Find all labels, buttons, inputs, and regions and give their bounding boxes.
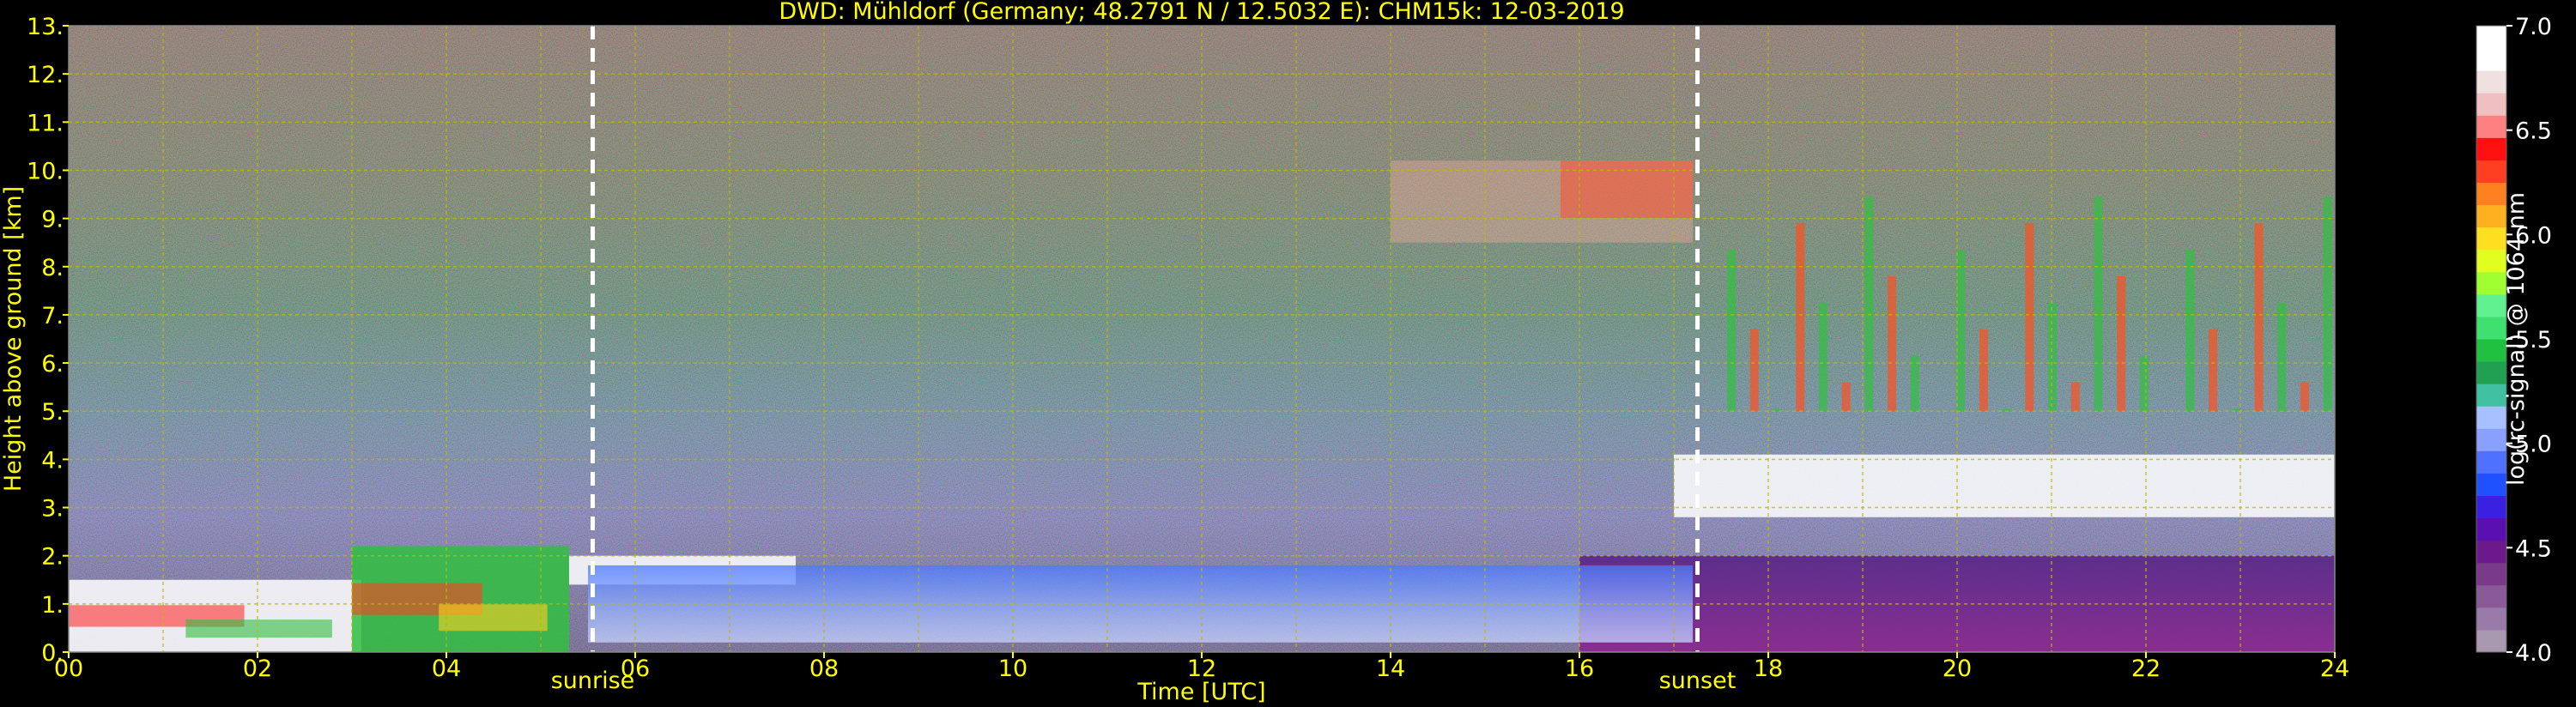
x-axis-label: Time [UTC] <box>1136 679 1265 705</box>
colorbar-segment <box>2476 93 2506 116</box>
feature-precipitation-streaks-2 <box>1749 329 1759 412</box>
colorbar-segment <box>2476 227 2506 251</box>
colorbar-segment <box>2476 26 2506 49</box>
colorbar-segment <box>2476 584 2506 608</box>
feature-precipitation-streaks-27 <box>2323 196 2332 412</box>
y-tick-label: 4. <box>41 447 64 474</box>
feature-precipitation-streaks-4 <box>1796 223 1805 412</box>
feature-precipitation-streaks-26 <box>2300 382 2309 412</box>
x-tick-label: 06 <box>621 656 650 682</box>
colorbar-segment <box>2476 384 2506 407</box>
colorbar-segment <box>2476 562 2506 586</box>
colorbar-segment <box>2476 428 2506 451</box>
feature-precipitation-streaks-15 <box>2048 302 2058 412</box>
colorbar-segment <box>2476 495 2506 519</box>
colorbar-segment <box>2476 115 2506 138</box>
colorbar-segment <box>2476 450 2506 474</box>
colorbar-segment <box>2476 48 2506 71</box>
colorbar-label: log(rc-signal) @ 1064 nm <box>2503 192 2530 486</box>
feature-precipitation-streaks-22 <box>2209 329 2218 412</box>
x-tick-label: 20 <box>1943 656 1972 682</box>
colorbar-segment <box>2476 249 2506 273</box>
y-tick-label: 2. <box>41 544 64 571</box>
x-tick-label: 08 <box>809 656 839 682</box>
colorbar-segment <box>2476 204 2506 228</box>
y-tick-label: 3. <box>41 496 64 523</box>
y-tick-label: 1. <box>41 592 64 619</box>
y-tick-label: 7. <box>41 303 64 329</box>
y-tick-label: 11. <box>27 110 64 136</box>
x-tick-label: 16 <box>1565 656 1594 682</box>
y-tick-label: 6. <box>41 351 64 378</box>
feature-aerosol-layer-band2 <box>439 604 548 631</box>
feature-boundary-layer-night--band2 <box>185 619 332 638</box>
feature-precipitation-streaks-17 <box>2094 196 2103 412</box>
y-axis-label: Height above ground [km] <box>0 186 27 492</box>
colorbar-segment <box>2476 70 2506 94</box>
x-tick-label: 04 <box>432 656 461 682</box>
feature-precipitation-streaks-18 <box>2117 276 2126 412</box>
y-tick-label: 8. <box>41 255 64 281</box>
x-tick-label: 18 <box>1754 656 1783 682</box>
x-tick-label: 14 <box>1376 656 1405 682</box>
y-tick-label: 0. <box>41 640 64 667</box>
feature-precipitation-streaks-9 <box>1910 355 1919 412</box>
colorbar-segment <box>2476 607 2506 631</box>
feature-precipitation-streaks-5 <box>1818 302 1827 412</box>
x-axis: 00 02 04 06 08 10 12 14 16 18 20 22 24 <box>54 652 2349 682</box>
x-tick-label: 22 <box>2131 656 2161 682</box>
colorbar-segment <box>2476 473 2506 496</box>
colorbar-segment <box>2476 517 2506 541</box>
feature-precipitation-streaks-21 <box>2185 250 2195 412</box>
colorbar-segment <box>2476 540 2506 564</box>
feature-precipitation-streaks-16 <box>2070 382 2080 412</box>
y-tick-label: 13. <box>27 14 64 40</box>
colorbar-segment <box>2476 293 2506 317</box>
feature-precipitation-streaks-12 <box>1979 329 1988 412</box>
feature-precipitation-streaks-7 <box>1864 196 1874 412</box>
colorbar-tick-label: 6.5 <box>2515 118 2552 145</box>
colorbar-segment <box>2476 182 2506 206</box>
feature-precipitation-streaks-19 <box>2139 355 2149 412</box>
colorbar-segment <box>2476 361 2506 384</box>
y-axis: 0. 1. 2. 3. 4. 5. 6. 7. 8. 9. 10. 11. 12. 13. <box>27 14 69 667</box>
feature-precipitation-streaks-14 <box>2025 223 2034 412</box>
feature-precipitation-streaks-25 <box>2277 302 2287 412</box>
colorbar-tick-label: 7.0 <box>2515 14 2552 40</box>
colorbar-segment <box>2476 339 2506 362</box>
colorbar-segment <box>2476 629 2506 653</box>
y-tick-label: 9. <box>41 207 64 233</box>
feature-precipitation-streaks-24 <box>2254 223 2264 412</box>
y-tick-label: 10. <box>27 158 64 184</box>
feature-precipitation-streaks-6 <box>1841 382 1851 412</box>
x-tick-label: 10 <box>998 656 1027 682</box>
y-tick-label: 5. <box>41 399 64 426</box>
feature-cirrus-core <box>1561 160 1693 219</box>
feature-precipitation-streaks-1 <box>1727 250 1737 412</box>
colorbar-tick-label: 4.0 <box>2515 640 2552 667</box>
ceilometer-chart: sunrise sunset 00 02 04 06 08 10 12 14 16 18 20 22 24… <box>0 0 2552 705</box>
colorbar-segment <box>2476 406 2506 429</box>
colorbar-segment <box>2476 271 2506 295</box>
colorbar-segment <box>2476 137 2506 160</box>
colorbar-tick-label: 4.5 <box>2515 535 2552 562</box>
y-tick-label: 12. <box>27 62 64 88</box>
colorbar-segment <box>2476 316 2506 340</box>
sunset-label: sunset <box>1659 668 1737 694</box>
x-tick-label: 24 <box>2320 656 2349 682</box>
colorbar-segment <box>2476 160 2506 183</box>
chart-title: DWD: Mühldorf (Germany; 48.2791 N / 12.5… <box>779 0 1624 25</box>
feature-precipitation-streaks-8 <box>1888 276 1897 412</box>
x-tick-label: 02 <box>243 656 272 682</box>
